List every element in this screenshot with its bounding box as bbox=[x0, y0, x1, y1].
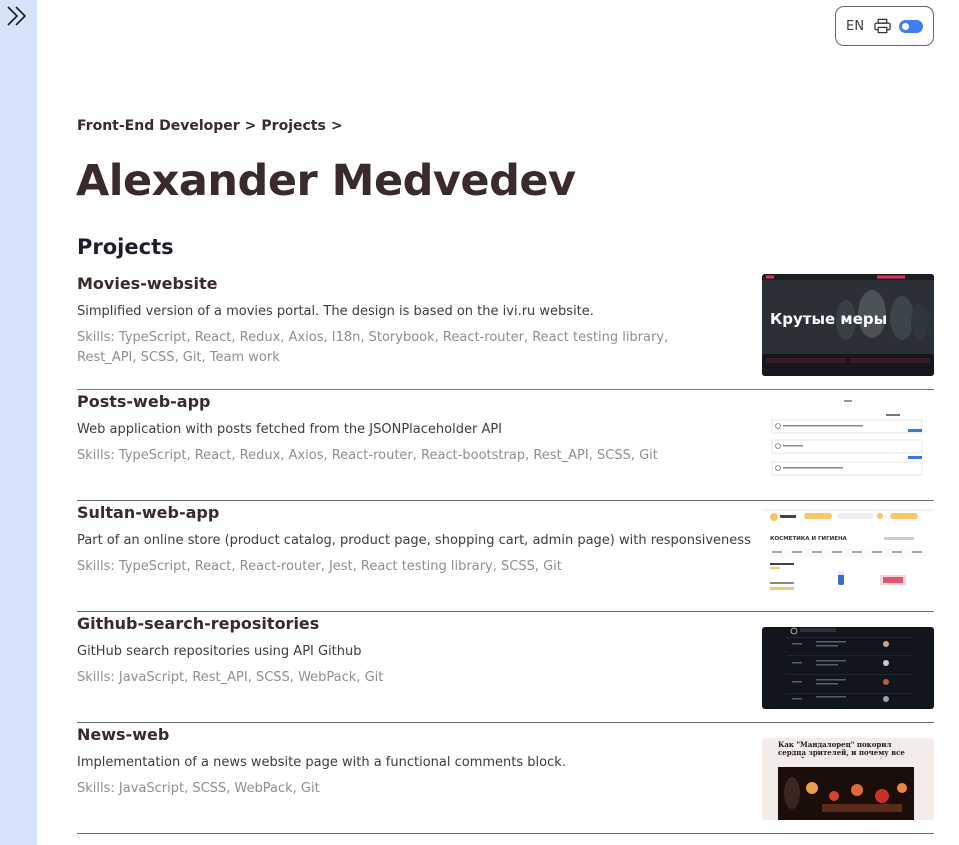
breadcrumb-separator: > bbox=[244, 118, 257, 134]
theme-toggle[interactable] bbox=[899, 19, 923, 33]
project-title[interactable]: Sultan-web-app bbox=[77, 503, 219, 522]
project-skills: Skills: TypeScript, React, Redux, Axios,… bbox=[77, 448, 658, 463]
project-description: Implementation of a news website page wi… bbox=[77, 755, 566, 770]
thumbnail-caption: КОСМЕТИКА И ГИГИЕНА bbox=[770, 536, 848, 542]
toggle-knob bbox=[902, 22, 910, 30]
printer-icon[interactable] bbox=[874, 18, 892, 34]
project-description: Part of an online store (product catalog… bbox=[77, 533, 751, 548]
breadcrumb-item-front-end-developer[interactable]: Front-End Developer bbox=[77, 118, 240, 134]
sidebar bbox=[0, 0, 37, 845]
page-title: Alexander Medvedev bbox=[76, 156, 576, 206]
project-item: Github-search-repositories GitHub search… bbox=[77, 612, 934, 723]
project-skills: Skills: TypeScript, React, React-router,… bbox=[77, 559, 562, 574]
project-description: Simplified version of a movies portal. T… bbox=[77, 304, 594, 319]
project-title[interactable]: Movies-website bbox=[77, 274, 217, 293]
breadcrumb-separator: > bbox=[330, 118, 343, 134]
project-item: Movies-website Simplified version of a m… bbox=[77, 272, 934, 390]
project-list: Movies-website Simplified version of a m… bbox=[77, 272, 934, 834]
project-skills: Skills: JavaScript, Rest_API, SCSS, WebP… bbox=[77, 670, 384, 685]
toolbar: EN bbox=[835, 6, 934, 46]
project-title[interactable]: Posts-web-app bbox=[77, 392, 210, 411]
section-title: Projects bbox=[77, 235, 174, 259]
project-thumbnail[interactable] bbox=[762, 398, 934, 480]
project-item: News-web Implementation of a news websit… bbox=[77, 723, 934, 834]
project-thumbnail[interactable] bbox=[762, 627, 934, 709]
project-item: Posts-web-app Web application with posts… bbox=[77, 390, 934, 501]
project-item: Sultan-web-app Part of an online store (… bbox=[77, 501, 934, 612]
project-thumbnail[interactable]: Как "Мандалорец" покорил сердца зрителей… bbox=[762, 738, 934, 820]
project-skills: Skills: TypeScript, React, Redux, Axios,… bbox=[77, 330, 669, 365]
project-thumbnail[interactable]: Крутые меры bbox=[762, 274, 934, 376]
project-description: Web application with posts fetched from … bbox=[77, 422, 503, 437]
breadcrumb: Front-End Developer > Projects > bbox=[77, 118, 343, 134]
project-thumbnail[interactable]: КОСМЕТИКА И ГИГИЕНА bbox=[762, 509, 934, 591]
project-description: GitHub search repositories using API Git… bbox=[77, 644, 362, 659]
language-switch[interactable]: EN bbox=[846, 19, 864, 34]
project-title[interactable]: News-web bbox=[77, 725, 169, 744]
project-title[interactable]: Github-search-repositories bbox=[77, 614, 319, 633]
thumbnail-caption: Крутые меры bbox=[770, 310, 887, 328]
chevrons-right-icon[interactable] bbox=[5, 5, 29, 27]
project-skills: Skills: JavaScript, SCSS, WebPack, Git bbox=[77, 781, 320, 796]
breadcrumb-item-projects[interactable]: Projects bbox=[261, 118, 325, 134]
